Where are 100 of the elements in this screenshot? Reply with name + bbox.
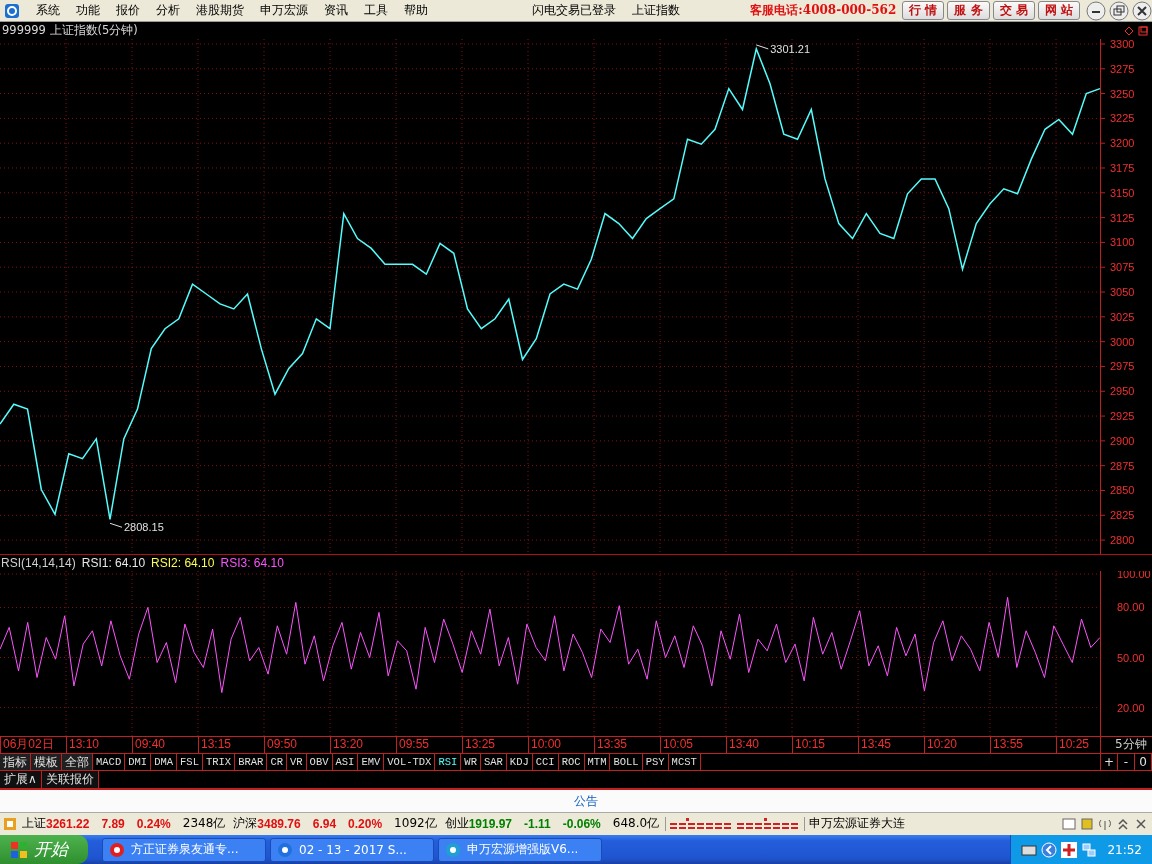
axis-label: 3175: [1110, 161, 1135, 174]
zoom-button[interactable]: -: [1118, 753, 1135, 771]
indicator-tab[interactable]: DMI: [125, 753, 152, 771]
indicator-tab[interactable]: CR: [267, 753, 287, 771]
indicator-tab[interactable]: OBV: [306, 753, 333, 771]
time-label: 09:50: [264, 737, 330, 753]
taskbar-button[interactable]: 方正证券泉友通专...: [102, 837, 266, 862]
indicator-tab[interactable]: MTM: [584, 753, 611, 771]
indicator-tab[interactable]: FSL: [177, 753, 203, 771]
axis-label: 3025: [1110, 310, 1135, 323]
taskbar-button[interactable]: 02 - 13 - 2017 S...: [270, 837, 434, 862]
axis-label: 3250: [1110, 87, 1135, 100]
axis-label: 2800: [1110, 533, 1135, 546]
indicator-tab[interactable]: MCST: [668, 753, 701, 771]
indicator-tab[interactable]: VR: [287, 753, 307, 771]
app-icon[interactable]: [445, 841, 461, 858]
indicator-name: RSI(14,14,14): [1, 555, 76, 570]
indicator-tab[interactable]: ASI: [332, 753, 359, 771]
time-label: 09:40: [132, 737, 198, 753]
menu-item[interactable]: 资讯: [316, 2, 356, 20]
close-icon[interactable]: [1134, 816, 1148, 831]
axis-label: 50.00: [1117, 651, 1145, 664]
index-change: 6.94: [312, 816, 337, 831]
cross-icon[interactable]: [1061, 841, 1078, 858]
menu-item[interactable]: 帮助: [396, 2, 436, 20]
axis-label: 2975: [1110, 360, 1135, 373]
menu-item[interactable]: 工具: [356, 2, 396, 20]
indicator-tab[interactable]: ROC: [558, 753, 585, 771]
indicator-tab[interactable]: SAR: [480, 753, 507, 771]
window-icon[interactable]: [1138, 25, 1148, 36]
chart-title: 999999 上证指数(5分钟): [2, 23, 139, 38]
index-percent: -0.06%: [562, 816, 601, 831]
network-icon[interactable]: [1081, 841, 1098, 858]
indicator-tab[interactable]: BOLL: [610, 753, 643, 771]
axis-label: 3075: [1110, 260, 1135, 273]
time-label: 13:35: [594, 737, 660, 753]
minimize-icon[interactable]: [1086, 0, 1106, 21]
indicator-tab[interactable]: KDJ: [506, 753, 533, 771]
indicator-tab[interactable]: WR: [461, 753, 481, 771]
indicator-value: RSI2: 64.10: [151, 555, 215, 570]
indicator-tab[interactable]: VOL-TDX: [384, 753, 436, 771]
indicator-tab[interactable]: RSI: [435, 753, 462, 771]
menu-item[interactable]: 申万宏源: [252, 2, 316, 20]
axis-label: 3200: [1110, 136, 1135, 149]
nav-button[interactable]: 交 易: [992, 1, 1035, 21]
time-label: 13:25: [462, 737, 528, 753]
index-percent: 0.24%: [136, 816, 171, 831]
time-label: 13:55: [990, 737, 1056, 753]
annotation: 3301.21: [770, 42, 811, 55]
nav-button[interactable]: 网 站: [1037, 1, 1080, 21]
indicator-tab[interactable]: BRAR: [235, 753, 268, 771]
app-icon[interactable]: [109, 841, 125, 858]
axis-label: 3000: [1110, 335, 1135, 348]
taskbar-button[interactable]: 申万宏源增强版V6...: [438, 837, 602, 862]
panel-tab[interactable]: 扩展∧: [0, 771, 42, 789]
index-percent: 0.20%: [348, 816, 383, 831]
indicator-tab[interactable]: TRIX: [202, 753, 236, 771]
nav-button[interactable]: 服 务: [947, 1, 990, 21]
hotline-text: 客服电话:4008-000-562: [750, 2, 897, 20]
indicator-tab[interactable]: CCI: [532, 753, 559, 771]
indicator-value: RSI1: 64.10: [81, 555, 146, 570]
period-label[interactable]: 5分钟: [1101, 737, 1147, 753]
index-price: 1919.97: [468, 816, 513, 831]
time-label: 10:05: [660, 737, 726, 753]
indicator-tab[interactable]: DMA: [151, 753, 178, 771]
menu-item[interactable]: 系统: [28, 2, 68, 20]
index-price: 3261.22: [46, 816, 90, 831]
time-label: 10:15: [792, 737, 858, 753]
restore-icon[interactable]: [1109, 0, 1129, 21]
menu-item[interactable]: 分析: [148, 2, 188, 20]
index-volume: 2348亿: [182, 815, 226, 833]
indicator-value: RSI3: 64.10: [220, 555, 284, 570]
indicator-tab[interactable]: MACD: [93, 753, 126, 771]
double-up-icon[interactable]: [1116, 816, 1130, 831]
broker-name: 申万宏源证券大连: [809, 815, 906, 833]
zoom-button[interactable]: +: [1101, 753, 1118, 771]
axis-label: 3125: [1110, 211, 1135, 224]
level-bars-icon[interactable]: [665, 816, 806, 831]
indicator-tab[interactable]: PSY: [642, 753, 669, 771]
keyboard-icon[interactable]: [1021, 842, 1038, 857]
diamond-icon[interactable]: [1124, 25, 1134, 36]
menu-item[interactable]: 报价: [108, 2, 148, 20]
app-icon[interactable]: [277, 841, 293, 858]
chevron-icon[interactable]: [1041, 841, 1058, 858]
nav-button[interactable]: 行 情: [902, 1, 945, 21]
app-logo-icon[interactable]: [4, 2, 20, 19]
zoom-button[interactable]: 0: [1135, 753, 1152, 771]
close-icon[interactable]: [1132, 0, 1152, 21]
annotation: 2808.15: [124, 520, 164, 533]
window-icon[interactable]: [1062, 816, 1076, 831]
index-name: 沪深: [233, 815, 258, 833]
index-change: -1.11: [524, 816, 551, 831]
indicator-tab[interactable]: EMV: [358, 753, 385, 771]
menu-item[interactable]: 功能: [68, 2, 108, 20]
windows-logo-icon[interactable]: [10, 840, 28, 859]
menu-item[interactable]: 港股期货: [188, 2, 252, 20]
axis-label: 2925: [1110, 409, 1135, 422]
panel-tab[interactable]: 关联报价: [41, 771, 99, 789]
axis-label: 2950: [1110, 385, 1135, 397]
notice-link[interactable]: 公告: [574, 792, 598, 810]
